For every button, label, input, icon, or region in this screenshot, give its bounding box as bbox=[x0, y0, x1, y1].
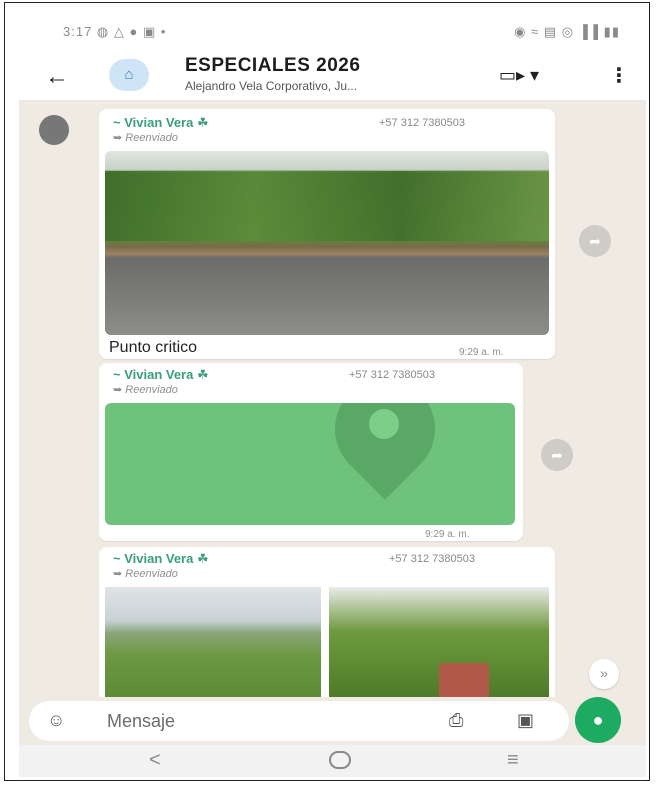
more-options-icon[interactable]: ⋮ bbox=[609, 63, 629, 88]
chat-subtitle[interactable]: Alejandro Vela Corporativo, Ju... bbox=[185, 79, 357, 93]
message-2-forwarded: ➥ Reenviado bbox=[113, 384, 178, 396]
message-3-sender[interactable]: ~ Vivian Vera ☘ bbox=[113, 551, 209, 567]
message-input[interactable] bbox=[107, 707, 407, 735]
camera-icon[interactable]: ▣ bbox=[517, 710, 534, 731]
sender-avatar[interactable] bbox=[39, 115, 69, 145]
message-2-phone: +57 312 7380503 bbox=[349, 369, 435, 381]
chat-area[interactable]: ~ Vivian Vera ☘ +57 312 7380503 ➥ Reenvi… bbox=[19, 101, 646, 697]
message-1-photo[interactable] bbox=[105, 151, 549, 335]
chat-title[interactable]: ESPECIALES 2026 bbox=[185, 55, 360, 77]
back-arrow-icon[interactable]: ← bbox=[45, 63, 69, 91]
nav-home-icon[interactable] bbox=[329, 751, 351, 769]
message-1-caption: Punto critico bbox=[109, 339, 198, 356]
microphone-icon[interactable]: ● bbox=[575, 697, 621, 743]
location-map[interactable] bbox=[105, 403, 515, 525]
message-2-time: 9:29 a. m. bbox=[425, 529, 470, 540]
message-1-sender[interactable]: ~ Vivian Vera ☘ bbox=[113, 115, 209, 131]
video-call-icon[interactable]: ▭▸ ▾ bbox=[499, 65, 539, 86]
forward-icon-1[interactable]: ➦ bbox=[579, 225, 611, 257]
message-1-time: 9:29 a. m. bbox=[459, 347, 504, 358]
sticker-icon[interactable]: ☺ bbox=[47, 710, 65, 731]
chat-header: ← ⌂ ESPECIALES 2026 Alejandro Vela Corpo… bbox=[19, 51, 646, 101]
system-nav-bar: < ≡ bbox=[19, 745, 646, 777]
forward-icon-2[interactable]: ➦ bbox=[541, 439, 573, 471]
photo-vegetation bbox=[105, 171, 549, 241]
status-time: 3:17 ◍ △ ● ▣ • bbox=[63, 24, 167, 39]
map-pin-dot bbox=[369, 409, 399, 439]
message-3-photo-1[interactable] bbox=[105, 587, 321, 697]
attach-icon[interactable]: ⎙ bbox=[449, 710, 463, 731]
message-3-forwarded: ➥ Reenviado bbox=[113, 568, 178, 580]
message-1-phone: +57 312 7380503 bbox=[379, 117, 465, 129]
screenshot-frame: 3:17 ◍ △ ● ▣ • ◉ ≈ ▤ ◎ ▐▐ ▮▮ ← ⌂ ESPECIA… bbox=[4, 2, 650, 781]
nav-back-icon[interactable]: < bbox=[149, 749, 161, 772]
phone-screen: 3:17 ◍ △ ● ▣ • ◉ ≈ ▤ ◎ ▐▐ ▮▮ ← ⌂ ESPECIA… bbox=[19, 9, 646, 777]
status-bar: 3:17 ◍ △ ● ▣ • ◉ ≈ ▤ ◎ ▐▐ ▮▮ bbox=[19, 9, 646, 51]
photo-path bbox=[439, 663, 489, 697]
photo-road bbox=[105, 259, 549, 335]
nav-recents-icon[interactable]: ≡ bbox=[507, 749, 519, 772]
message-input-bar: ☺ ⎙ ▣ bbox=[29, 701, 569, 741]
status-icons: ◉ ≈ ▤ ◎ ▐▐ ▮▮ bbox=[514, 24, 620, 39]
group-avatar[interactable]: ⌂ bbox=[109, 59, 149, 91]
message-2-sender[interactable]: ~ Vivian Vera ☘ bbox=[113, 367, 209, 383]
message-3-photo-2[interactable] bbox=[329, 587, 549, 697]
message-3-phone: +57 312 7380503 bbox=[389, 553, 475, 565]
scroll-down-icon[interactable]: » bbox=[589, 659, 619, 689]
message-1-forwarded: ➥ Reenviado bbox=[113, 132, 178, 144]
